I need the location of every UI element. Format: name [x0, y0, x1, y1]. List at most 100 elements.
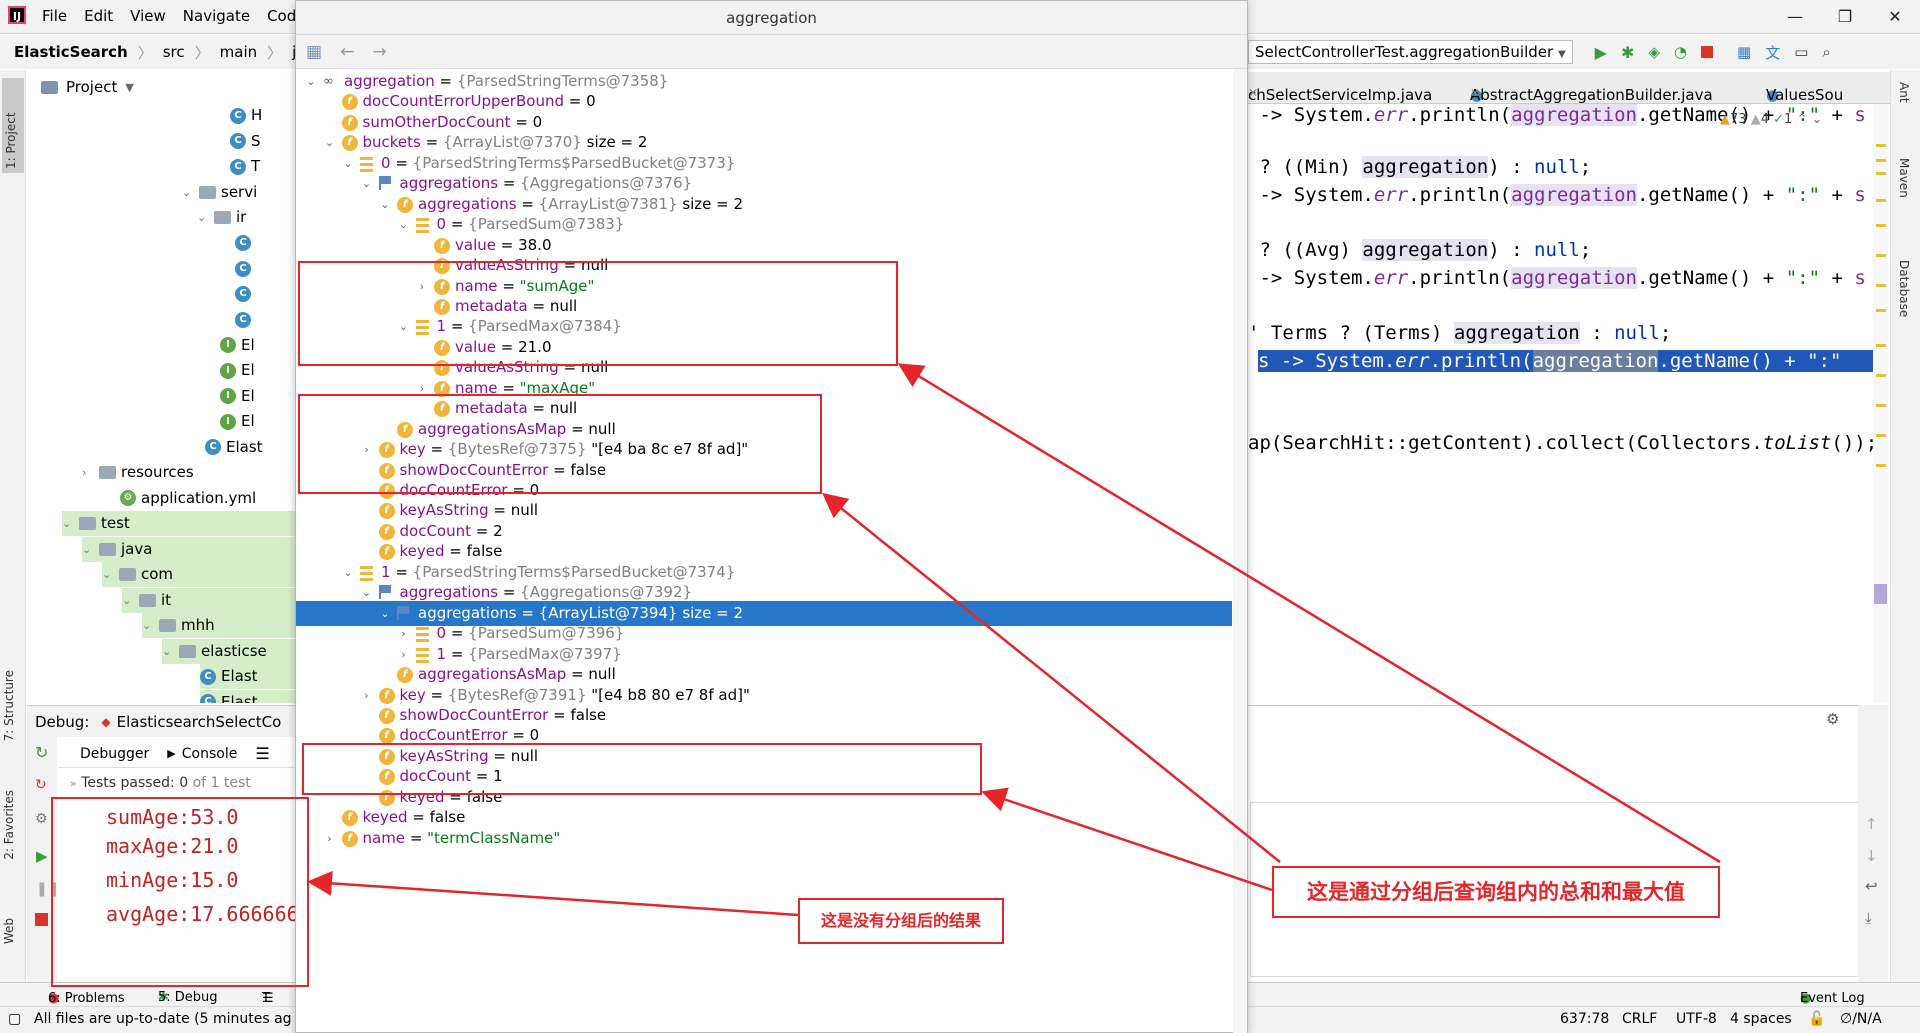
scroll-thumb[interactable]	[1874, 584, 1887, 604]
close-icon[interactable]: ✕	[1470, 86, 1480, 100]
structure-tool-tab[interactable]: 7: Structure	[2, 670, 16, 741]
project-tree-item[interactable]: C Elast	[200, 689, 297, 703]
stripe-marker[interactable]	[1876, 374, 1886, 377]
project-tree-item[interactable]: › resources	[82, 460, 194, 485]
project-tree-item[interactable]: ⌄ servi	[182, 180, 257, 205]
back-arrow-icon[interactable]: ←	[340, 42, 354, 62]
chevron-down-icon[interactable]: ⌄	[122, 588, 134, 613]
vcs-status[interactable]: ∅/N/A	[1840, 1011, 1882, 1027]
stripe-marker[interactable]	[1876, 344, 1886, 347]
chevron-down-icon[interactable]: ⌄	[182, 180, 194, 205]
forward-arrow-icon[interactable]: →	[372, 42, 386, 62]
chevron-down-icon[interactable]: ⌄	[82, 537, 94, 562]
stripe-marker[interactable]	[1876, 404, 1886, 407]
project-tree-item[interactable]: C	[235, 307, 256, 332]
chevron-down-icon[interactable]: ▼	[125, 81, 133, 94]
tree-icon[interactable]: ▦	[306, 42, 322, 62]
lock-icon[interactable]: 🔓	[1808, 1011, 1825, 1027]
editor-error-stripe[interactable]	[1873, 104, 1888, 702]
project-tree-item[interactable]: I El	[220, 409, 255, 434]
project-tree-item[interactable]: I El	[220, 333, 255, 358]
project-tree-item[interactable]: ⌄ ir	[197, 205, 246, 230]
menu-view[interactable]: View	[130, 7, 166, 25]
project-tree-item[interactable]: ⌄ com	[102, 562, 297, 587]
stripe-marker[interactable]	[1876, 309, 1886, 312]
database-tool-tab[interactable]: Database	[1897, 260, 1911, 317]
minimize-button[interactable]: —	[1770, 0, 1820, 34]
project-tree-item[interactable]: I El	[220, 384, 255, 409]
favorites-tool-tab[interactable]: 2: Favorites	[2, 790, 16, 860]
project-tree-item[interactable]: I El	[220, 358, 255, 383]
project-tree-item[interactable]: CS	[230, 129, 261, 154]
restore-button[interactable]: ❐	[1820, 0, 1870, 34]
project-tree-item[interactable]: CH	[230, 103, 262, 128]
project-tool-tab[interactable]: 1: Project	[2, 78, 24, 173]
caret-position[interactable]: 637:78	[1560, 1011, 1609, 1027]
rerun-icon[interactable]: ↻	[35, 743, 48, 762]
inspector-scrollbar[interactable]	[1233, 69, 1247, 1033]
run-configuration-select[interactable]: SelectControllerTest.aggregationBuilder …	[1248, 40, 1573, 64]
tab-debugger[interactable]: Debugger	[80, 746, 149, 762]
project-tree-item[interactable]: C	[235, 231, 256, 256]
stripe-marker[interactable]	[1876, 284, 1886, 287]
menu-file[interactable]: File	[42, 7, 67, 25]
project-tree-item[interactable]: ⌄ java	[82, 536, 297, 562]
line-separator[interactable]: CRLF	[1622, 1011, 1657, 1027]
chevron-down-icon[interactable]: ⌄	[162, 639, 174, 664]
breadcrumb-src[interactable]: src	[163, 43, 185, 61]
project-tree-item[interactable]: C Elast	[205, 435, 263, 460]
profile-icon[interactable]: ◔	[1674, 43, 1687, 61]
project-tree-item[interactable]: ⌄ elasticse	[162, 638, 297, 664]
project-tree-item[interactable]: ⌄ mhh	[142, 613, 297, 638]
stripe-marker[interactable]	[1876, 199, 1886, 202]
chevron-down-icon[interactable]: ⌄	[62, 511, 74, 536]
chevron-right-icon[interactable]: ›	[82, 460, 94, 485]
ant-tool-tab[interactable]: Ant	[1897, 82, 1911, 103]
arrow-down-icon[interactable]: ↓	[1865, 847, 1878, 865]
menu-navigate[interactable]: Navigate	[183, 7, 250, 25]
maven-tool-tab[interactable]: Maven	[1897, 158, 1911, 198]
project-tree-item[interactable]: C	[235, 282, 256, 307]
file-encoding[interactable]: UTF-8	[1676, 1011, 1717, 1027]
coverage-icon[interactable]: ◈	[1648, 43, 1660, 61]
chevron-down-icon[interactable]: ⌄	[197, 205, 209, 230]
menu-icon[interactable]: ☰	[255, 744, 269, 763]
stop-icon[interactable]	[35, 913, 48, 926]
project-panel-title[interactable]: Project	[66, 78, 117, 96]
breadcrumb-main[interactable]: main	[220, 43, 257, 61]
status-toggle-icon[interactable]: ▢	[8, 1011, 21, 1027]
stop-icon[interactable]	[1701, 46, 1714, 58]
stripe-marker[interactable]	[1876, 254, 1886, 257]
chevron-down-icon[interactable]: ⌄	[102, 562, 114, 587]
chevron-right-icon[interactable]: ›	[323, 826, 337, 851]
stripe-marker[interactable]	[1876, 464, 1886, 467]
project-tree-item[interactable]: ⌄ test	[62, 511, 297, 536]
project-structure-icon[interactable]: ▦	[1737, 43, 1751, 61]
variable-row[interactable]: › f name = "termClassName"	[296, 826, 1232, 851]
gear-icon[interactable]: ⚙	[1826, 710, 1839, 728]
rerun-failed-icon[interactable]: ↻	[35, 777, 47, 793]
close-icon[interactable]: ✕	[1248, 86, 1258, 100]
translate-icon[interactable]: 文	[1765, 42, 1780, 63]
inspection-widget[interactable]: ▲73 ▲4 ✓1 ⌃ ⌄	[1720, 112, 1822, 127]
stripe-marker[interactable]	[1876, 159, 1886, 162]
resume-icon[interactable]: ▶	[36, 847, 48, 865]
window-icon[interactable]: ▭	[1794, 43, 1808, 61]
stripe-marker[interactable]	[1876, 172, 1886, 175]
settings-icon[interactable]: ⚙	[35, 811, 48, 827]
run-icon[interactable]: ▶	[1595, 43, 1607, 62]
project-tree-item[interactable]: CT	[230, 154, 260, 179]
project-tree-item[interactable]: C Elast	[200, 664, 297, 689]
web-tool-tab[interactable]: Web	[2, 918, 16, 944]
project-tree-item[interactable]: ⌄ it	[122, 587, 297, 613]
stripe-marker[interactable]	[1876, 434, 1886, 437]
arrow-up-icon[interactable]: ↑	[1865, 815, 1878, 833]
status-message[interactable]: All files are up-to-date (5 minutes ag	[34, 1011, 292, 1027]
search-icon[interactable]: ⌕	[1822, 43, 1830, 61]
debug-icon[interactable]: ✱	[1621, 43, 1634, 62]
close-window-button[interactable]: ✕	[1870, 0, 1920, 34]
code-editor[interactable]: : ((Max) aggregation) : null; -> System.…	[1248, 104, 1888, 702]
soft-wrap-icon[interactable]: ↩	[1865, 877, 1878, 895]
stripe-marker[interactable]	[1876, 144, 1886, 147]
project-tree-item[interactable]: C	[235, 256, 256, 281]
